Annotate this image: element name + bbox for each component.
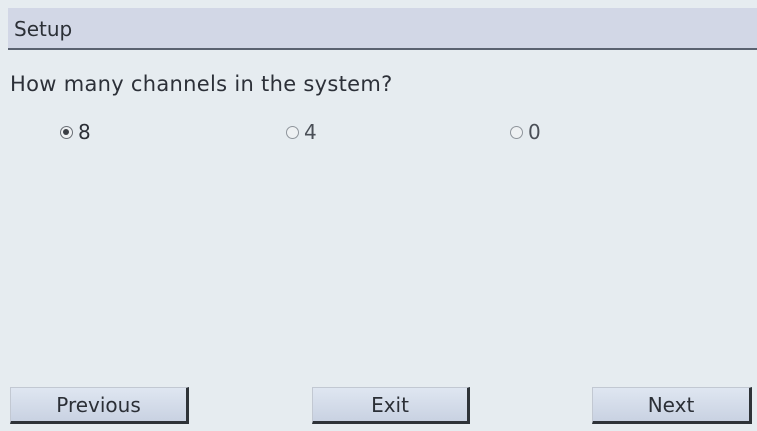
radio-unselected-icon[interactable] [510,125,523,139]
previous-button[interactable]: Previous [10,387,189,424]
exit-button[interactable]: Exit [312,387,470,424]
option-label: 8 [78,120,91,144]
channel-option-4[interactable]: 4 [286,117,317,147]
screen-title: Setup [14,17,73,41]
channel-option-8[interactable]: 8 [60,117,91,147]
channel-option-0[interactable]: 0 [510,117,541,147]
next-button[interactable]: Next [592,387,752,424]
title-bar: Setup [8,8,757,50]
option-label: 4 [304,120,317,144]
setup-screen: Setup How many channels in the system? 8… [0,0,757,431]
question-text: How many channels in the system? [10,72,393,96]
radio-unselected-icon[interactable] [286,125,299,139]
option-label: 0 [528,120,541,144]
radio-selected-icon[interactable] [60,125,73,139]
